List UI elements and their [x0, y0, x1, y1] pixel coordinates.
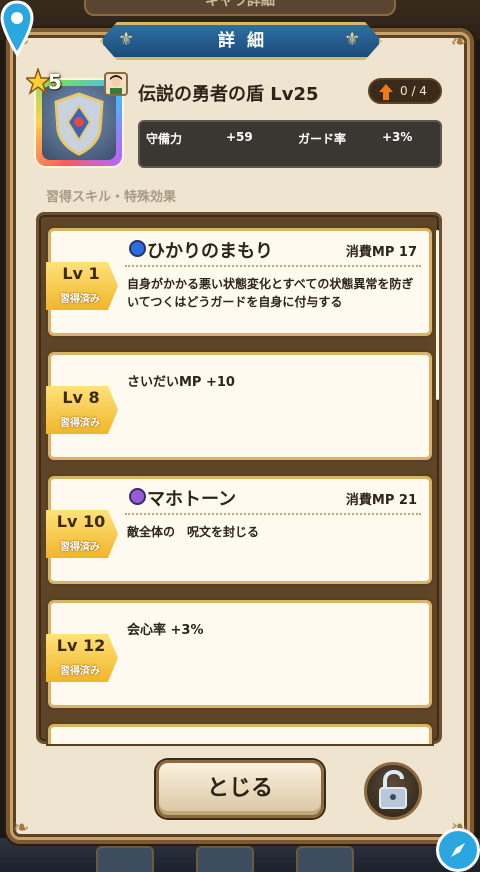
level-label: Lv 10 [56, 512, 106, 531]
stock-count: 0 / 4 [400, 84, 427, 98]
level-label: Lv 1 [62, 264, 100, 283]
skill-name: マホトーン [147, 489, 237, 510]
corner-ornament: ❧ [12, 815, 30, 839]
stat-guard-label: ガード率 [298, 132, 347, 146]
upgrade-arrow-icon [379, 84, 393, 100]
banner-ornament: ⚜ [118, 29, 135, 50]
stat-defense-value: +59 [226, 130, 253, 144]
skill-mp-cost: 消費MP 17 [345, 245, 417, 260]
skill-mp-cost: 消費MP 21 [345, 493, 417, 508]
dialog-title: 詳細 [218, 31, 276, 51]
stock-badge: 0 / 4 [368, 78, 442, 104]
banner-ornament: ⚜ [344, 29, 361, 50]
party-thumb [96, 846, 154, 872]
learned-status: 習得済み [60, 542, 100, 553]
skill-card [48, 724, 432, 744]
star-rank: 5 [48, 70, 62, 94]
section-label: 習得スキル・特殊効果 [46, 190, 177, 205]
skill-name: ひかりのまもり [147, 241, 273, 262]
close-button[interactable]: とじる [156, 760, 324, 818]
skill-type-icon [129, 488, 146, 505]
location-pin-icon[interactable] [0, 0, 34, 58]
background-title: ギャラ詳細 [84, 0, 396, 16]
skill-description: さいだいMP +10 [127, 375, 235, 390]
level-label: Lv 12 [56, 636, 106, 655]
party-thumb [196, 846, 254, 872]
learned-status: 習得済み [60, 418, 100, 429]
stat-defense-label: 守備力 [146, 132, 183, 146]
owner-avatar [104, 72, 128, 96]
compass-icon [451, 843, 465, 857]
divider [125, 513, 421, 515]
skill-description: 敵全体の 呪文を封じる [127, 525, 260, 539]
compass-button[interactable] [436, 828, 480, 872]
skill-type-icon [129, 240, 146, 257]
scrollbar[interactable] [436, 230, 439, 400]
unlock-icon [379, 769, 407, 809]
skill-description: 自身がかかる悪い状態変化とすべての状態異常を防ぎ いてつくはどうガードを自身に付… [127, 277, 426, 309]
learned-status: 習得済み [60, 666, 100, 677]
party-thumb [296, 846, 354, 872]
level-label: Lv 8 [62, 388, 100, 407]
corner-ornament: ❧ [450, 29, 468, 53]
stat-guard-value: +3% [382, 130, 413, 144]
lock-button[interactable] [364, 762, 422, 820]
item-name: 伝説の勇者の盾 Lv25 [138, 84, 319, 105]
skill-description: 会心率 +3% [127, 623, 204, 638]
stats-box: 守備力 +59 ガード率 +3% [138, 120, 442, 168]
divider [125, 265, 421, 267]
learned-status: 習得済み [60, 294, 100, 305]
